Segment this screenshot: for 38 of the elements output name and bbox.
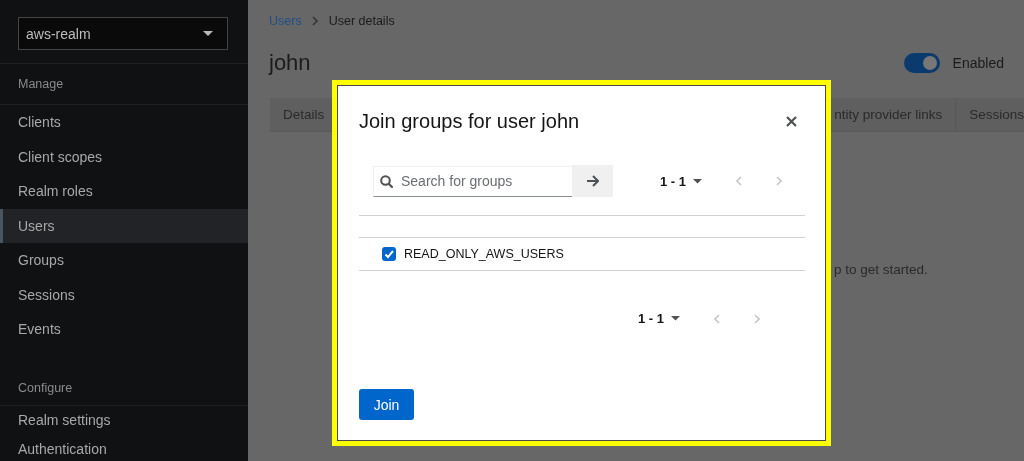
nav-item[interactable]: Clients: [0, 105, 248, 140]
chevron-right-icon: [754, 313, 760, 324]
pagination-toggle[interactable]: 1 - 1: [660, 173, 702, 189]
breadcrumb-current: User details: [328, 14, 395, 28]
nav-item[interactable]: Client scopes: [0, 139, 248, 174]
caret-icon: [203, 31, 213, 36]
empty-state-text: p to get started.: [834, 262, 929, 277]
realm-select[interactable]: aws-realm: [18, 17, 228, 50]
enabled-toggle[interactable]: [903, 53, 940, 73]
close-icon: [786, 116, 797, 127]
nav-item[interactable]: Realm settings: [0, 405, 248, 435]
caret-icon: [693, 178, 702, 184]
caret-icon: [671, 316, 680, 321]
search-icon: [380, 174, 393, 188]
chevron-left-icon: [736, 176, 742, 186]
breadcrumb-chevron-icon: [311, 16, 319, 26]
check-icon: [383, 248, 395, 260]
nav-item[interactable]: Groups: [0, 243, 248, 278]
pagination-toggle[interactable]: 1 - 1: [638, 311, 680, 326]
search-field[interactable]: Search for groups: [373, 165, 572, 197]
modal-title: Join groups for user john: [359, 110, 580, 133]
search-submit-button[interactable]: [572, 165, 613, 197]
nav-item[interactable]: Events: [0, 312, 248, 347]
nav-item[interactable]: Sessions: [0, 277, 248, 312]
nav-item[interactable]: Authentication: [0, 434, 248, 461]
page-title: john: [269, 50, 311, 76]
checkbox[interactable]: [382, 247, 396, 261]
arrow-right-icon: [586, 175, 599, 187]
nav-section-heading: Manage: [17, 76, 65, 93]
group-name: READ_ONLY_AWS_USERS: [404, 247, 564, 261]
close-button[interactable]: [786, 116, 797, 127]
nav-item[interactable]: Users: [0, 208, 248, 243]
toggle-label: Enabled: [952, 55, 1004, 71]
chevron-right-icon: [776, 176, 782, 186]
nav-section-heading: Configure: [17, 380, 74, 397]
join-button[interactable]: Join: [359, 389, 414, 420]
chevron-left-icon: [714, 313, 720, 324]
nav-item[interactable]: Realm roles: [0, 174, 248, 209]
